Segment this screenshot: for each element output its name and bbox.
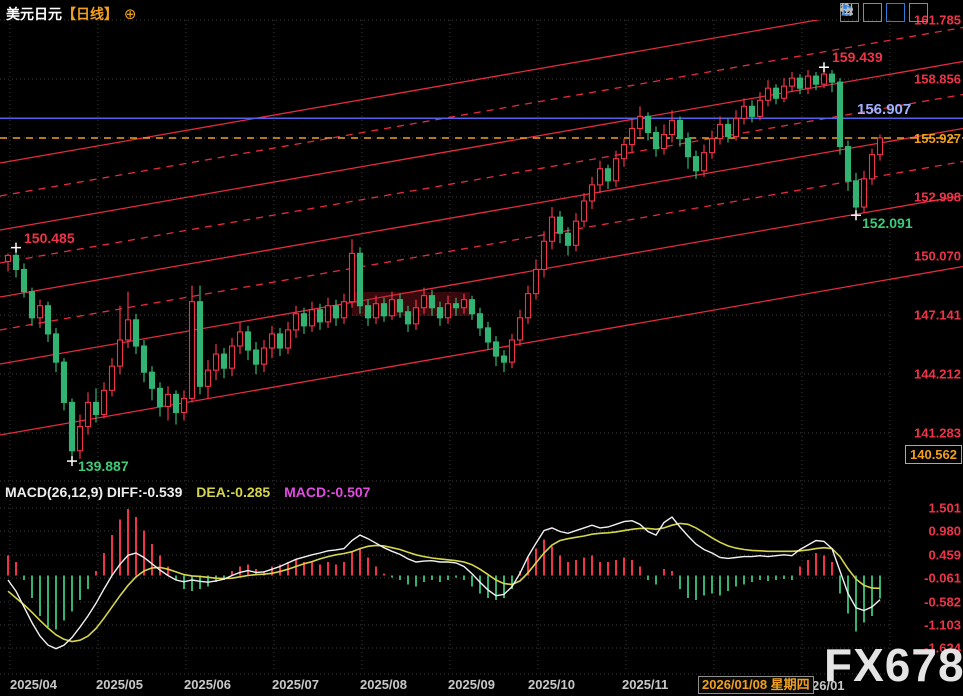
dea-value: DEA:-0.285 [196, 484, 270, 500]
macd-value: MACD:-0.507 [284, 484, 370, 500]
crosshair-date-label: 2026/01/08 星期四 [698, 676, 814, 694]
marker-flag-icon[interactable] [886, 3, 905, 22]
fx678-chart-app: 美元日元【日线】 ⊕ [0, 0, 963, 696]
timeframe-label: 【日线】 [62, 6, 118, 22]
axis-scale-icon[interactable] [863, 3, 882, 22]
symbol-title: 美元日元 [6, 6, 62, 22]
macd-params-diff-value: MACD(26,12,9) DIFF:-0.539 [5, 484, 182, 500]
shift-chart-icon[interactable] [909, 3, 928, 22]
current-price-label: 155.927 [914, 131, 961, 146]
title-bar: 美元日元【日线】 ⊕ [6, 4, 136, 24]
boxed-min-price-label: 140.562 [905, 445, 962, 464]
macd-header: MACD(26,12,9) DIFF:-0.539 DEA:-0.285 MAC… [5, 484, 370, 500]
dea-line [8, 523, 880, 641]
macd-histogram [8, 509, 880, 632]
candlestick-macd-chart[interactable] [0, 0, 963, 696]
add-indicator-button[interactable]: ⊕ [124, 6, 137, 23]
diff-line [8, 517, 880, 649]
chart-toolbar [840, 3, 928, 22]
fx678-watermark: FX678 [824, 638, 963, 692]
blue-level-label[interactable]: 156.907 [857, 101, 911, 118]
candles [6, 67, 883, 461]
